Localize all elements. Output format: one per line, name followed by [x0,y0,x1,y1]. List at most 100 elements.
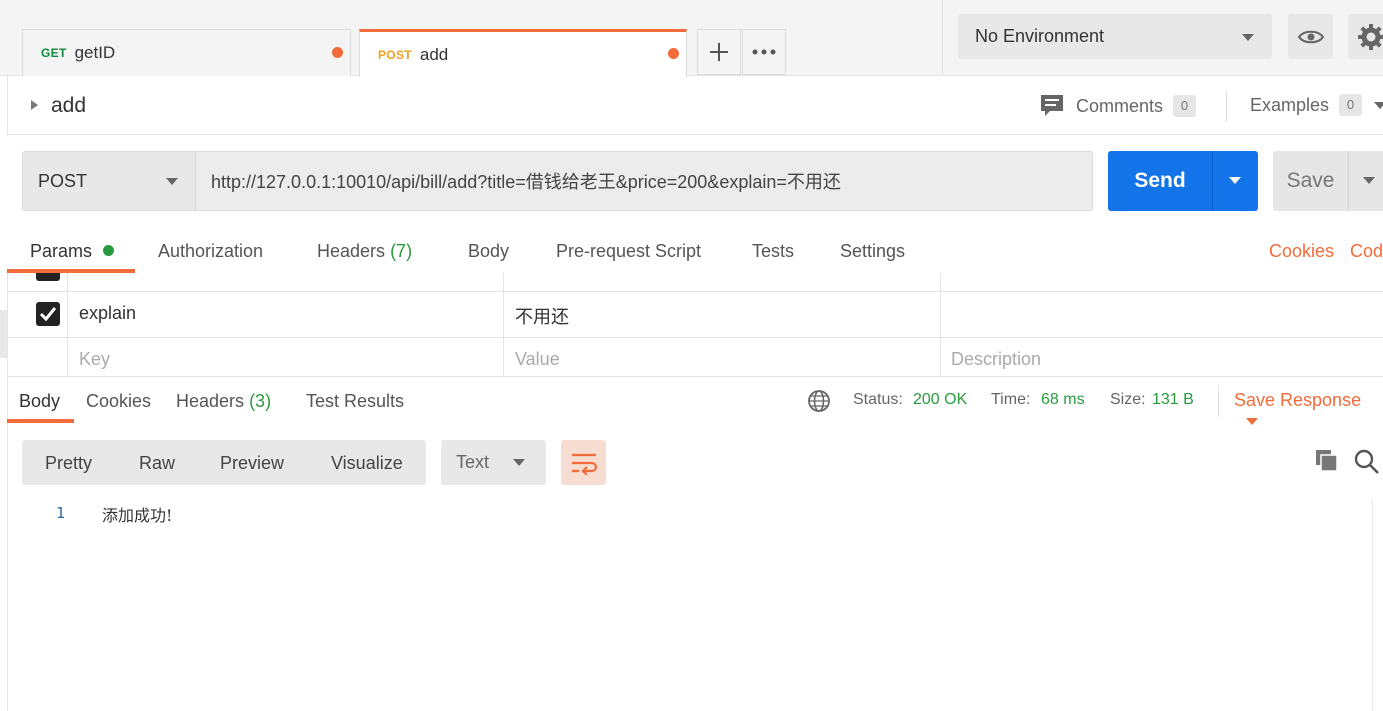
send-button[interactable]: Send [1108,151,1212,211]
save-options-button[interactable] [1348,151,1383,211]
param-checkbox[interactable] [36,273,60,281]
examples-label: Examples [1250,94,1330,115]
tab-label: getID [74,43,116,62]
divider [1218,385,1219,417]
scrollbar[interactable] [1372,500,1383,711]
response-body-text[interactable]: 添加成功! [102,502,172,526]
chevron-down-icon [1363,177,1375,184]
param-key-placeholder[interactable]: Key [79,349,110,370]
tab-prerequest-script[interactable]: Pre-request Script [556,241,701,262]
wrap-lines-button[interactable] [561,440,606,485]
response-tab-test-results[interactable]: Test Results [306,391,404,412]
response-format-value: Text [456,452,490,472]
tab-label: add [419,44,449,64]
copy-icon[interactable] [1315,449,1339,478]
comment-icon [1041,95,1063,116]
column-divider [940,273,941,377]
tab-method: GET [41,46,67,60]
row-divider [7,337,1383,338]
cookies-link[interactable]: Cookies [1269,241,1334,262]
response-tab-headers-label: Headers [176,391,245,411]
save-button[interactable]: Save [1273,151,1348,211]
line-number: 1 [56,504,66,522]
comments-count-badge: 0 [1173,95,1197,117]
status-value[interactable]: 200 OK [913,391,967,409]
params-table [7,273,1383,377]
param-key[interactable]: explain [79,303,136,324]
chevron-down-icon [166,178,178,185]
globe-icon[interactable] [807,389,831,418]
eye-icon [1297,30,1324,43]
url-input[interactable]: http://127.0.0.1:10010/api/bill/add?titl… [195,151,1093,211]
size-value[interactable]: 131 B [1152,391,1194,409]
caret-right-icon[interactable] [31,100,38,110]
param-checkbox[interactable] [36,302,60,326]
view-pretty-button[interactable]: Pretty [45,453,92,474]
search-icon[interactable] [1354,449,1380,480]
divider [1226,90,1227,122]
method-select[interactable]: POST [22,151,196,211]
save-response-label: Save Response [1234,390,1362,410]
checkmark-icon [39,307,57,322]
tab-headers[interactable]: Headers (7) [317,241,412,262]
environment-select-value: No Environment [975,26,1105,46]
response-tab-body[interactable]: Body [19,391,60,412]
tab-headers-label: Headers [317,241,386,261]
send-options-button[interactable] [1212,151,1258,211]
view-visualize-button[interactable]: Visualize [331,453,403,474]
unsaved-dot-icon [668,48,679,59]
code-link[interactable]: Cod [1350,241,1383,262]
examples-count-badge: 0 [1339,94,1363,116]
active-tab-underline [7,419,74,423]
tab-settings[interactable]: Settings [840,241,905,262]
gear-icon [1358,23,1383,50]
chevron-down-icon [1246,418,1258,425]
chevron-down-icon [1374,101,1383,109]
examples-button[interactable]: Examples 0 [1250,94,1383,116]
chevron-down-icon [1242,34,1254,41]
environment-quick-look-button[interactable] [1288,14,1333,59]
tab-tests[interactable]: Tests [752,241,794,262]
time-label: Time: [991,391,1031,408]
column-divider [503,273,504,377]
tab-authorization[interactable]: Authorization [158,241,263,262]
time-value[interactable]: 68 ms [1041,391,1085,409]
save-response-button[interactable]: Save Response [1234,390,1383,432]
request-name[interactable]: add [51,94,86,118]
param-description-placeholder[interactable]: Description [951,349,1041,370]
wrap-lines-icon [571,453,597,475]
new-tab-button[interactable] [697,29,741,75]
response-format-select[interactable]: Text [441,440,546,485]
response-pane [7,376,1383,711]
row-divider [7,291,1383,292]
method-select-value: POST [38,170,88,191]
response-tab-cookies[interactable]: Cookies [86,391,151,412]
active-indicator-dot-icon [103,245,115,256]
environment-select[interactable]: No Environment [958,14,1272,59]
response-tab-headers-count: (3) [249,391,272,411]
response-tab-headers[interactable]: Headers (3) [176,391,271,412]
column-divider [67,273,68,377]
tab-add[interactable]: POST add [359,29,687,77]
comments-button[interactable]: Comments 0 [1040,94,1197,118]
tab-getid[interactable]: GET getID [22,29,351,76]
view-preview-button[interactable]: Preview [220,453,284,474]
more-tabs-button[interactable] [742,29,786,75]
view-raw-button[interactable]: Raw [139,453,175,474]
manage-environments-button[interactable] [1348,14,1383,59]
tab-method: POST [378,47,412,62]
tab-params-label: Params [30,241,93,261]
more-dots-icon [752,49,776,55]
param-value-placeholder[interactable]: Value [515,349,560,370]
chevron-down-icon [513,459,525,466]
comments-label: Comments [1076,95,1164,116]
tab-headers-count: (7) [390,241,413,261]
unsaved-dot-icon [332,47,343,58]
chevron-down-icon [1229,177,1241,184]
param-value[interactable]: 不用还 [515,303,569,329]
status-label: Status: [853,391,903,408]
tab-body[interactable]: Body [468,241,509,262]
sidebar-edge [0,310,7,358]
tab-params[interactable]: Params [30,241,115,262]
size-label: Size: [1110,391,1146,408]
